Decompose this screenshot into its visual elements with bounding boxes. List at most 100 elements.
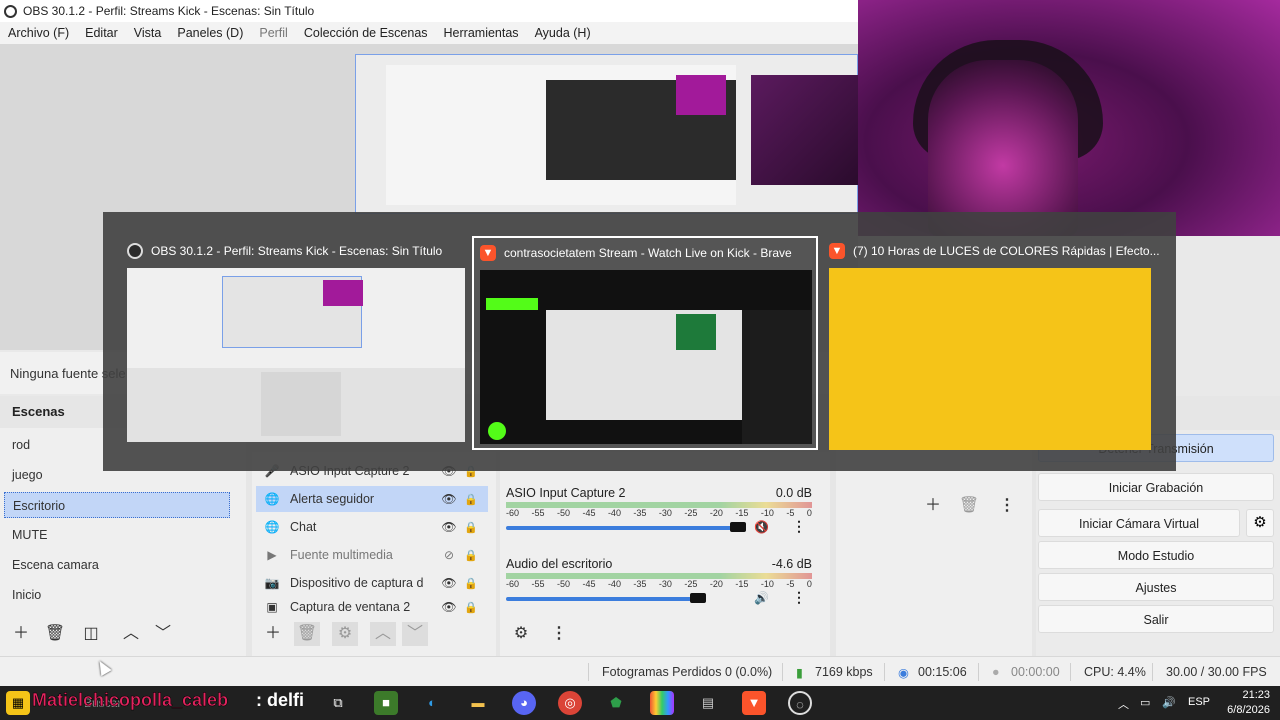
switcher-window-obs[interactable]: OBS 30.1.2 - Perfil: Streams Kick - Esce…	[121, 236, 467, 450]
mixer-settings-button[interactable]: ⚙	[508, 622, 534, 646]
menu-archivo[interactable]: Archivo (F)	[0, 26, 77, 40]
settings-button[interactable]: Ajustes	[1038, 573, 1274, 601]
scene-item-mute[interactable]: MUTE	[4, 522, 230, 548]
lock-icon[interactable]: 🔒	[460, 577, 482, 590]
menu-perfil[interactable]: Perfil	[251, 26, 295, 40]
menu-vista[interactable]: Vista	[126, 26, 170, 40]
scene-filters-button[interactable]: ◫	[78, 622, 104, 646]
window-title: OBS 30.1.2 - Perfil: Streams Kick - Esce…	[23, 4, 315, 18]
exit-button[interactable]: Salir	[1038, 605, 1274, 633]
switcher-window-youtube[interactable]: ▼ (7) 10 Horas de LUCES de COLORES Rápid…	[823, 236, 1169, 450]
visibility-eye-icon[interactable]: 👁	[438, 600, 460, 614]
statusbar: Fotogramas Perdidos 0 (0.0%) ▮ 7169 kbps…	[0, 656, 1280, 686]
remove-scene-button[interactable]: 🗑	[42, 622, 68, 646]
lock-icon[interactable]: 🔒	[460, 493, 482, 506]
live-broadcast-icon: ◉	[898, 666, 909, 680]
move-scene-up-button[interactable]: ︿	[118, 622, 144, 646]
move-source-down-button[interactable]: ﹀	[402, 622, 428, 646]
lock-icon[interactable]: 🔒	[460, 549, 482, 562]
switcher-title: contrasocietatem Stream - Watch Live on …	[504, 246, 792, 260]
scene-item-escena-camara[interactable]: Escena camara	[4, 552, 230, 578]
source-item[interactable]: ▣ Captura de ventana 2 👁 🔒	[256, 598, 488, 616]
kick-thumbnail	[480, 270, 812, 444]
move-scene-down-button[interactable]: ﹀	[150, 622, 176, 646]
menubar: Archivo (F) Editar Vista Paneles (D) Per…	[0, 22, 858, 44]
play-icon: ▶	[267, 548, 277, 562]
minecraft-icon[interactable]: ■	[374, 691, 398, 715]
visibility-eye-icon[interactable]: 👁	[438, 576, 460, 590]
terminal-icon[interactable]: ▤	[696, 691, 720, 715]
brave-icon: ▼	[480, 245, 496, 261]
menu-paneles[interactable]: Paneles (D)	[169, 26, 251, 40]
color-app-icon[interactable]	[650, 691, 674, 715]
visibility-eye-icon[interactable]: 👁	[438, 492, 460, 506]
muted-speaker-icon[interactable]: 🔇	[754, 520, 769, 534]
obs-logo-icon	[4, 4, 17, 18]
channel-menu-button[interactable]: ⋮	[792, 518, 806, 535]
volume-icon[interactable]: 🔊	[1162, 696, 1176, 709]
chevron-up-icon[interactable]: ︿	[1118, 696, 1129, 712]
volume-slider-knob[interactable]	[730, 522, 746, 532]
language-indicator[interactable]: ESP	[1188, 696, 1210, 708]
obs-taskbar-icon[interactable]: ◌	[788, 691, 812, 715]
shield-app-icon[interactable]: ⬟	[604, 691, 628, 715]
kick-logo	[486, 298, 538, 310]
brave-taskbar-icon[interactable]: ▼	[742, 691, 766, 715]
channel-name: Audio del escritorio	[506, 557, 613, 571]
remove-source-button[interactable]: 🗑	[294, 622, 320, 646]
virtual-camera-settings-gear-icon[interactable]: ⚙	[1246, 509, 1274, 537]
start-recording-button[interactable]: Iniciar Grabación	[1038, 473, 1274, 501]
remove-transition-button[interactable]: 🗑	[956, 494, 982, 518]
camera-icon: 📷	[264, 576, 280, 590]
lock-icon[interactable]: 🔒	[460, 601, 482, 614]
webcam-overlay	[858, 0, 1280, 236]
source-item[interactable]: 📷 Dispositivo de captura d 👁 🔒	[256, 570, 488, 596]
task-view-icon[interactable]: ⧉	[326, 691, 350, 715]
file-explorer-icon[interactable]: ▬	[466, 691, 490, 715]
nested-camera	[676, 75, 726, 115]
clock[interactable]: 21:23 6/8/2026	[1227, 688, 1270, 718]
hidden-eye-icon[interactable]: ⊘	[438, 548, 460, 562]
studio-mode-button[interactable]: Modo Estudio	[1038, 541, 1274, 569]
menu-editar[interactable]: Editar	[77, 26, 126, 40]
add-scene-button[interactable]: ＋	[8, 622, 34, 646]
network-icon[interactable]: ▭	[1140, 696, 1150, 709]
scene-item-inicio[interactable]: Inicio	[4, 582, 230, 608]
chrome-icon[interactable]: ◎	[558, 691, 582, 715]
volume-slider[interactable]	[506, 526, 746, 530]
discord-icon[interactable]: ◕	[512, 691, 536, 715]
visibility-eye-icon[interactable]: 👁	[438, 520, 460, 534]
stream-time: 00:15:06	[918, 665, 967, 679]
speaker-icon[interactable]: 🔊	[754, 591, 769, 605]
fps: 30.00 / 30.00 FPS	[1166, 665, 1267, 679]
mixer-menu-button[interactable]: ⋮	[546, 622, 572, 646]
add-transition-button[interactable]: ＋	[920, 494, 946, 518]
mixer-channel-asio: ASIO Input Capture 2 0.0 dB -60 -55 -50 -45…	[506, 486, 816, 534]
brave-icon: ▼	[829, 243, 845, 259]
clock-time: 21:23	[1242, 689, 1270, 701]
add-source-button[interactable]: ＋	[260, 622, 286, 646]
transition-menu-button[interactable]: ⋮	[994, 494, 1020, 518]
volume-slider-knob[interactable]	[690, 593, 706, 603]
source-item[interactable]: 🌐 Chat 👁 🔒	[256, 514, 488, 540]
menu-ayuda[interactable]: Ayuda (H)	[527, 26, 599, 40]
cpu-usage: CPU: 4.4%	[1084, 665, 1146, 679]
menu-coleccion-escenas[interactable]: Colección de Escenas	[296, 26, 436, 40]
move-source-up-button[interactable]: ︿	[370, 622, 396, 646]
source-item[interactable]: ▶ Fuente multimedia ⊘ 🔒	[256, 542, 488, 568]
start-virtual-camera-button[interactable]: Iniciar Cámara Virtual	[1038, 509, 1240, 537]
menu-herramientas[interactable]: Herramientas	[436, 26, 527, 40]
start-icon[interactable]: ▦	[6, 691, 30, 715]
volume-slider[interactable]	[506, 597, 696, 601]
edge-icon[interactable]: ◐	[420, 691, 444, 715]
youtube-thumbnail	[829, 268, 1151, 450]
source-item-selected[interactable]: 🌐 Alerta seguidor 👁 🔒	[256, 486, 488, 512]
record-icon: ●	[992, 665, 1000, 679]
scene-item-escritorio[interactable]: Escritorio	[4, 492, 230, 518]
channel-menu-button[interactable]: ⋮	[792, 589, 806, 606]
switcher-window-kick[interactable]: ▼ contrasocietatem Stream - Watch Live o…	[472, 236, 818, 450]
lock-icon[interactable]: 🔒	[460, 521, 482, 534]
source-properties-button[interactable]: ⚙	[332, 622, 358, 646]
channel-name: ASIO Input Capture 2	[506, 486, 626, 500]
channel-db: 0.0 dB	[775, 486, 812, 500]
